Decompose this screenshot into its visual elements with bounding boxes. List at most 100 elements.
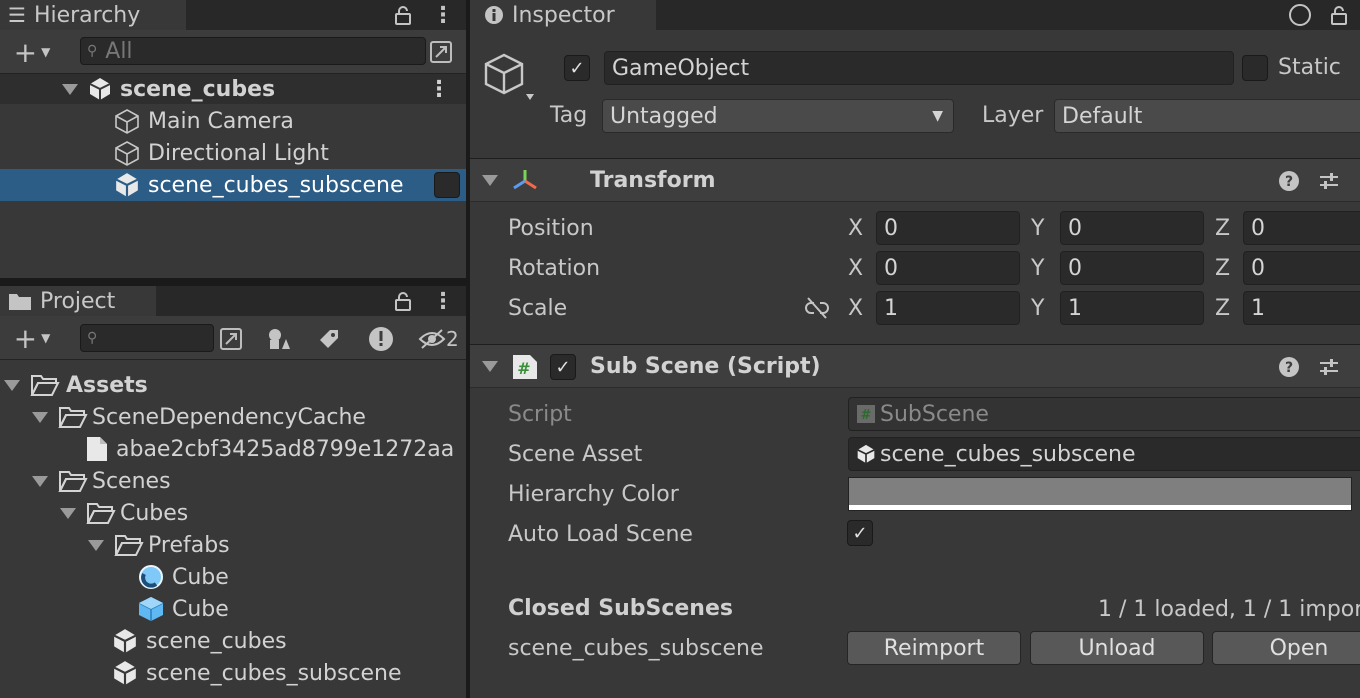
static-checkbox[interactable] xyxy=(1242,55,1268,81)
scale-y-label[interactable]: Y xyxy=(1031,296,1044,321)
auto-load-checkbox[interactable]: ✓ xyxy=(847,520,873,546)
create-dropdown-button[interactable]: + ▼ xyxy=(4,322,60,355)
file-icon xyxy=(86,436,108,462)
tree-item-scenes[interactable]: Scenes xyxy=(0,465,466,497)
tree-item-scene-cubes[interactable]: scene_cubes xyxy=(0,625,466,657)
expand-arrow-icon[interactable] xyxy=(32,475,48,487)
hierarchy-search-input[interactable]: ⚲ All xyxy=(80,37,426,65)
unity-scene-icon xyxy=(88,77,112,101)
settings-sliders-icon[interactable] xyxy=(1318,356,1340,378)
tree-item-cache-file[interactable]: abae2cbf3425ad8799e1272aa xyxy=(0,433,466,465)
unload-button[interactable]: Unload xyxy=(1030,631,1204,665)
folder-open-icon xyxy=(86,501,116,525)
filter-by-label-icon[interactable] xyxy=(314,324,344,354)
rotation-x-label[interactable]: X xyxy=(848,256,863,281)
expand-arrow-icon[interactable] xyxy=(4,379,20,391)
subscene-title: Sub Scene (Script) xyxy=(590,354,821,379)
expand-arrow-icon[interactable] xyxy=(60,507,76,519)
search-mode-icon[interactable] xyxy=(426,37,456,67)
svg-text:#: # xyxy=(517,359,530,378)
kebab-menu-icon[interactable]: ⋮ xyxy=(432,289,454,314)
tree-item-prefabs[interactable]: Prefabs xyxy=(0,529,466,561)
position-z-label[interactable]: Z xyxy=(1215,216,1230,241)
tree-item-scene-subscene[interactable]: scene_cubes_subscene xyxy=(0,657,466,689)
script-label: Script xyxy=(508,402,572,427)
tab-project[interactable]: Project xyxy=(0,286,156,316)
tree-item-cubes[interactable]: Cubes xyxy=(0,497,466,529)
position-y-label[interactable]: Y xyxy=(1031,216,1044,241)
scale-x-label[interactable]: X xyxy=(848,296,863,321)
settings-sliders-icon[interactable] xyxy=(1318,170,1340,192)
debug-mode-icon[interactable] xyxy=(1288,3,1312,27)
filter-by-type-icon[interactable] xyxy=(264,324,294,354)
open-button[interactable]: Open xyxy=(1212,631,1360,665)
reimport-button[interactable]: Reimport xyxy=(847,631,1021,665)
subscene-header[interactable]: # ✓ Sub Scene (Script) ? xyxy=(470,344,1360,388)
rotation-y-label[interactable]: Y xyxy=(1031,256,1044,281)
link-scale-icon[interactable] xyxy=(804,296,830,320)
search-mode-icon[interactable] xyxy=(216,324,246,354)
scale-x-field[interactable]: 1 xyxy=(876,291,1020,325)
load-status-text: 1 / 1 loaded, 1 / 1 importe xyxy=(1098,597,1360,622)
tree-item-cache-folder[interactable]: SceneDependencyCache xyxy=(0,401,466,433)
hierarchy-item-subscene[interactable]: scene_cubes_subscene xyxy=(0,169,466,201)
rotation-label[interactable]: Rotation xyxy=(508,256,600,281)
active-checkbox[interactable]: ✓ xyxy=(564,55,590,81)
help-icon[interactable]: ? xyxy=(1278,170,1300,192)
collapse-arrow-icon[interactable] xyxy=(482,175,498,186)
rotation-z-field[interactable]: 0 xyxy=(1243,251,1360,285)
scale-z-label[interactable]: Z xyxy=(1215,296,1230,321)
position-y-field[interactable]: 0 xyxy=(1060,211,1204,245)
folder-open-icon xyxy=(114,533,144,557)
scene-asset-field[interactable]: scene_cubes_subscene xyxy=(848,437,1360,471)
layer-dropdown[interactable]: Default xyxy=(1054,99,1360,133)
tree-item-assets[interactable]: Assets xyxy=(0,369,466,401)
expand-arrow-icon[interactable] xyxy=(32,411,48,423)
closed-subscenes-label: Closed SubScenes xyxy=(508,596,733,621)
add-dropdown-button[interactable]: + ▼ xyxy=(4,36,60,69)
position-z-field[interactable]: 0 xyxy=(1243,211,1360,245)
project-search-input[interactable]: ⚲ xyxy=(80,324,214,352)
lock-icon[interactable] xyxy=(394,291,412,311)
help-icon[interactable]: ? xyxy=(1278,356,1300,378)
scale-z-field[interactable]: 1 xyxy=(1243,291,1360,325)
position-label[interactable]: Position xyxy=(508,216,594,241)
scale-label[interactable]: Scale xyxy=(508,296,567,321)
subscene-enabled-checkbox[interactable]: ✓ xyxy=(550,354,576,380)
object-name-field[interactable]: GameObject xyxy=(604,51,1234,85)
warning-icon[interactable] xyxy=(366,324,396,354)
list-icon: ☰ xyxy=(8,3,26,27)
prefab-cube-icon xyxy=(138,596,164,622)
rotation-z-label[interactable]: Z xyxy=(1215,256,1230,281)
expand-arrow-icon[interactable] xyxy=(88,539,104,551)
rotation-x-field[interactable]: 0 xyxy=(876,251,1020,285)
tree-item-cube-prefab[interactable]: Cube xyxy=(0,593,466,625)
panel-divider[interactable] xyxy=(466,0,470,698)
panel-divider-horizontal[interactable] xyxy=(0,278,466,286)
project-tab-tools: ⋮ xyxy=(394,286,454,316)
tree-item-cube-material[interactable]: Cube xyxy=(0,561,466,593)
gameobject-icon[interactable] xyxy=(482,52,538,108)
scene-row[interactable]: scene_cubes ⋮ xyxy=(0,74,466,104)
tab-inspector[interactable]: Inspector xyxy=(470,0,656,30)
scale-y-field[interactable]: 1 xyxy=(1060,291,1204,325)
tab-hierarchy[interactable]: ☰ Hierarchy xyxy=(0,0,186,30)
collapse-arrow-icon[interactable] xyxy=(482,361,498,372)
lock-icon[interactable] xyxy=(1330,5,1348,25)
transform-header[interactable]: Transform ? xyxy=(470,158,1360,202)
tag-dropdown[interactable]: Untagged ▼ xyxy=(602,99,954,133)
rotation-y-field[interactable]: 0 xyxy=(1060,251,1204,285)
static-label: Static xyxy=(1278,55,1341,80)
position-x-field[interactable]: 0 xyxy=(876,211,1020,245)
position-x-label[interactable]: X xyxy=(848,216,863,241)
hidden-packages-icon[interactable]: 2 xyxy=(418,324,466,354)
expand-arrow-icon[interactable] xyxy=(62,83,78,95)
lock-icon[interactable] xyxy=(394,5,412,25)
hierarchy-item-main-camera[interactable]: Main Camera xyxy=(0,105,466,137)
scene-menu-icon[interactable]: ⋮ xyxy=(428,77,450,102)
hierarchy-item-directional-light[interactable]: Directional Light xyxy=(0,137,466,169)
search-icon: ⚲ xyxy=(87,43,98,59)
kebab-menu-icon[interactable]: ⋮ xyxy=(432,3,454,28)
hierarchy-color-swatch[interactable] xyxy=(848,477,1352,511)
subscene-toggle-checkbox[interactable] xyxy=(434,172,460,198)
